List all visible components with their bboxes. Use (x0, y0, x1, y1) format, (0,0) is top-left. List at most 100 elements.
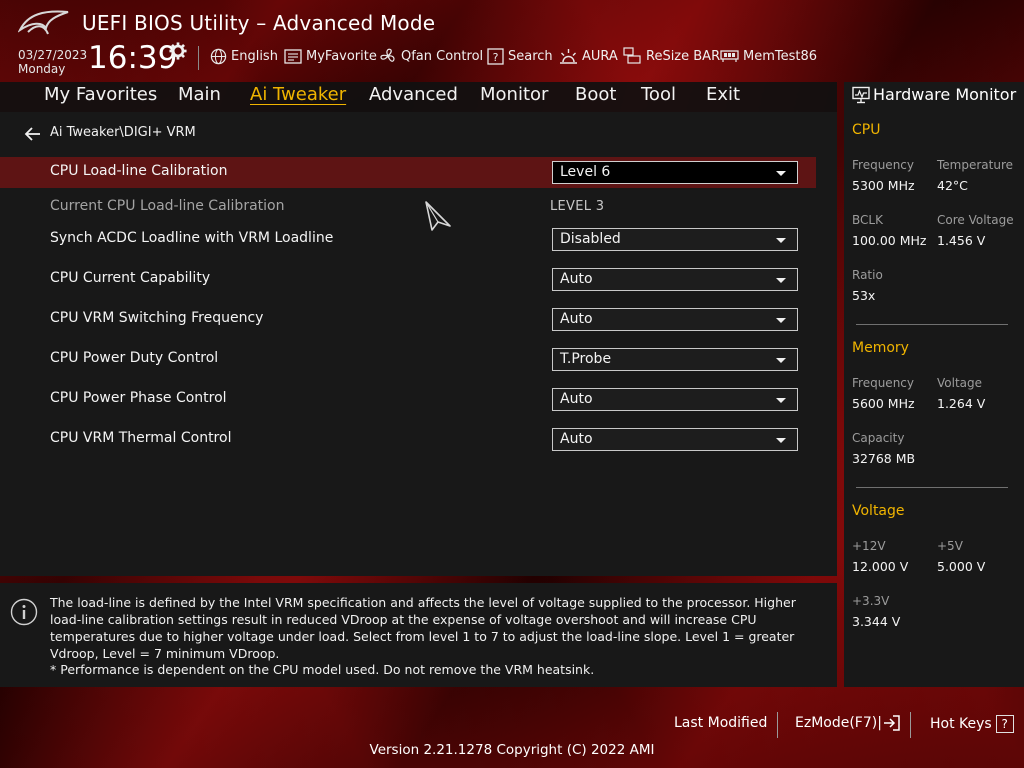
tool-myfavorite-label: MyFavorite (306, 48, 377, 64)
hw-cpu-heading: CPU (852, 122, 881, 138)
cpu-current-capability-dropdown[interactable]: Auto (552, 268, 798, 291)
setting-label-power-phase-control[interactable]: CPU Power Phase Control (50, 390, 227, 406)
power-duty-control-value: T.Probe (560, 351, 612, 367)
tool-search-label: Search (508, 48, 553, 64)
setting-label-power-duty-control[interactable]: CPU Power Duty Control (50, 350, 218, 366)
hw-divider (856, 324, 1008, 325)
tab-monitor[interactable]: Monitor (480, 84, 548, 105)
tab-advanced[interactable]: Advanced (369, 84, 458, 105)
synch-acdc-value: Disabled (560, 231, 621, 247)
tool-memtest86[interactable]: MemTest86 (720, 46, 817, 66)
tab-main[interactable]: Main (178, 84, 221, 105)
tool-english[interactable]: English (210, 46, 278, 66)
monitor-icon (852, 86, 870, 104)
mouse-cursor-icon (425, 201, 451, 231)
tool-aura-label: AURA (582, 48, 618, 64)
tool-search[interactable]: ? Search (487, 46, 553, 66)
date-text: 03/27/2023 (18, 48, 88, 62)
chevron-down-icon (776, 398, 786, 403)
search-icon: ? (487, 47, 504, 65)
cpu-llc-dropdown[interactable]: Level 6 (552, 161, 798, 184)
svg-text:?: ? (493, 51, 499, 64)
tab-boot[interactable]: Boot (575, 84, 616, 105)
tool-myfavorite[interactable]: MyFavorite (284, 46, 377, 66)
setting-label-synch-acdc[interactable]: Synch ACDC Loadline with VRM Loadline (50, 230, 333, 246)
fan-icon (380, 48, 395, 62)
back-arrow-icon[interactable] (24, 126, 42, 142)
resize-bar-icon (623, 47, 641, 64)
hw-divider (856, 487, 1008, 488)
hw-cpu-bclk-value: 100.00 MHz (852, 233, 927, 248)
hw-voltage-33v-value: 3.344 V (852, 614, 901, 629)
power-phase-control-dropdown[interactable]: Auto (552, 388, 798, 411)
hw-cpu-bclk-label: BCLK (852, 213, 883, 227)
app-title: UEFI BIOS Utility – Advanced Mode (82, 11, 436, 35)
hw-cpu-frequency-value: 5300 MHz (852, 178, 915, 193)
help-note: * Performance is dependent on the CPU mo… (50, 662, 595, 677)
tab-my-favorites[interactable]: My Favorites (44, 84, 157, 105)
hw-cpu-temperature-label: Temperature (937, 158, 1014, 172)
chevron-down-icon (776, 171, 786, 176)
vrm-switching-frequency-dropdown[interactable]: Auto (552, 308, 798, 331)
synch-acdc-dropdown[interactable]: Disabled (552, 228, 798, 251)
power-duty-control-dropdown[interactable]: T.Probe (552, 348, 798, 371)
vrm-thermal-control-dropdown[interactable]: Auto (552, 428, 798, 451)
setting-label-cpu-current-capability[interactable]: CPU Current Capability (50, 270, 210, 286)
hw-cpu-temperature-value: 42°C (937, 178, 968, 193)
tool-aura[interactable]: AURA (559, 46, 618, 66)
footer-divider (777, 712, 778, 738)
hot-keys-label: Hot Keys (930, 716, 992, 732)
chevron-down-icon (776, 318, 786, 323)
last-modified-label: Last Modified (674, 715, 768, 731)
chevron-down-icon (776, 278, 786, 283)
hw-memory-voltage-value: 1.264 V (937, 396, 986, 411)
hw-voltage-33v-label: +3.3V (852, 594, 890, 608)
tool-resize-bar[interactable]: ReSize BAR (623, 46, 720, 66)
last-modified-button[interactable]: Last Modified (674, 715, 767, 731)
tab-tool[interactable]: Tool (641, 84, 676, 105)
breadcrumb: Ai Tweaker\DIGI+ VRM (50, 125, 196, 140)
memtest-icon (720, 50, 739, 62)
setting-label-cpu-llc[interactable]: CPU Load-line Calibration (50, 163, 227, 179)
tool-qfan-control[interactable]: Qfan Control (379, 46, 483, 66)
hw-voltage-heading: Voltage (852, 503, 905, 519)
hot-keys-button[interactable]: Hot Keys ? (930, 715, 1014, 733)
header-divider (198, 46, 199, 70)
ezmode-button[interactable]: EzMode(F7)| (795, 715, 901, 731)
exit-arrow-icon (883, 715, 900, 731)
current-llc-value: LEVEL 3 (550, 199, 605, 214)
tool-resize-bar-label: ReSize BAR (646, 48, 721, 64)
hw-memory-heading: Memory (852, 340, 909, 356)
gear-icon[interactable] (169, 42, 187, 60)
clock-time: 16:39 (88, 40, 178, 76)
hw-memory-frequency-label: Frequency (852, 376, 914, 390)
aura-icon (560, 48, 577, 64)
hw-memory-frequency-value: 5600 MHz (852, 396, 915, 411)
help-key-icon: ? (995, 715, 1014, 733)
setting-label-vrm-switching-frequency[interactable]: CPU VRM Switching Frequency (50, 310, 263, 326)
chevron-down-icon (776, 358, 786, 363)
tab-exit[interactable]: Exit (706, 84, 740, 105)
tool-qfan-control-label: Qfan Control (401, 48, 484, 64)
favorite-icon (284, 48, 302, 64)
hw-voltage-12v-value: 12.000 V (852, 559, 909, 574)
cpu-llc-value: Level 6 (560, 164, 611, 180)
hw-memory-capacity-label: Capacity (852, 431, 905, 445)
info-icon (10, 598, 38, 626)
tab-ai-tweaker[interactable]: Ai Tweaker (250, 84, 346, 105)
setting-label-current-llc: Current CPU Load-line Calibration (50, 198, 285, 214)
help-description: The load-line is defined by the Intel VR… (50, 595, 796, 661)
power-phase-control-value: Auto (560, 391, 593, 407)
weekday-text: Monday (18, 62, 66, 76)
hw-voltage-5v-label: +5V (937, 539, 963, 553)
hw-cpu-ratio-label: Ratio (852, 268, 883, 282)
version-text: Version 2.21.1278 Copyright (C) 2022 AMI (369, 742, 655, 758)
tool-memtest86-label: MemTest86 (743, 48, 818, 64)
hw-cpu-core-voltage-label: Core Voltage (937, 213, 1014, 227)
tool-english-label: English (231, 48, 278, 64)
hw-cpu-frequency-label: Frequency (852, 158, 914, 172)
globe-icon (210, 48, 227, 64)
hw-voltage-5v-value: 5.000 V (937, 559, 986, 574)
rog-logo-icon (18, 10, 69, 35)
setting-label-vrm-thermal-control[interactable]: CPU VRM Thermal Control (50, 430, 231, 446)
